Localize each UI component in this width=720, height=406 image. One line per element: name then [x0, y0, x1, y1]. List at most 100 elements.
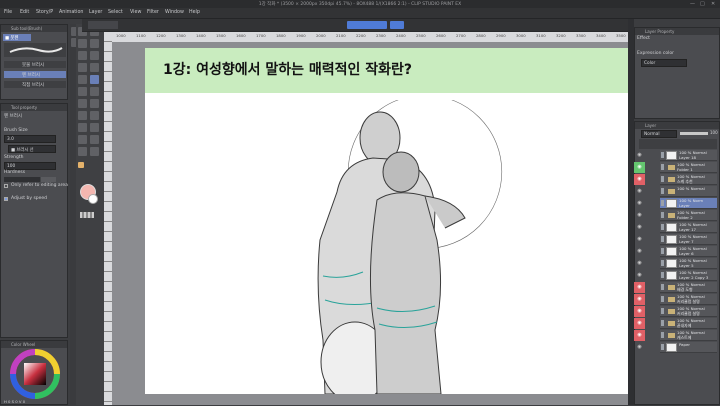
pencil-icon[interactable] — [78, 75, 87, 84]
selection-icon[interactable] — [78, 51, 87, 60]
layer-drag-handle-icon[interactable] — [661, 284, 664, 290]
brush-icon[interactable] — [90, 75, 99, 84]
eraser-icon[interactable] — [78, 99, 87, 108]
layer-visibility-icon[interactable]: ◉ — [634, 198, 645, 209]
layer-row[interactable]: 100 % Normal Folder 2 — [660, 210, 717, 221]
grid-toggle[interactable] — [390, 21, 404, 29]
menu-filter[interactable]: Filter — [147, 10, 159, 15]
auto-select-icon[interactable] — [90, 51, 99, 60]
layer-row[interactable]: 100 % Normal 캐스트에 — [660, 330, 717, 341]
layer-row[interactable]: 100 % Normal Layer 2 Copy 3 — [660, 270, 717, 281]
menu-window[interactable]: Window — [165, 10, 184, 15]
layer-drag-handle-icon[interactable] — [661, 176, 664, 182]
blend-icon[interactable] — [90, 99, 99, 108]
layer-row[interactable]: 100 % Normal 스케 추천 — [660, 174, 717, 185]
airbrush-icon[interactable] — [78, 87, 87, 96]
layer-visibility-icon[interactable]: ◉ — [634, 342, 645, 353]
layer-visibility-icon[interactable]: ◉ — [634, 258, 645, 269]
strength-field[interactable]: 100 — [4, 162, 56, 170]
sub-color-swatch[interactable] — [88, 194, 98, 204]
layer-drag-handle-icon[interactable] — [661, 320, 664, 326]
menu-select[interactable]: Select — [108, 10, 123, 15]
hardness-slider[interactable] — [4, 177, 56, 182]
maximize-icon[interactable]: □ — [700, 1, 705, 7]
layer-row[interactable]: 100 % Normal Layer 5 — [660, 258, 717, 269]
brush-item-1[interactable]: 붓물 브러시 — [4, 61, 66, 68]
fill-icon[interactable] — [78, 111, 87, 120]
layer-visibility-icon[interactable]: ◉ — [634, 174, 645, 185]
blend-mode-select[interactable]: Normal — [641, 130, 677, 138]
layer-drag-handle-icon[interactable] — [661, 344, 664, 350]
adjust-checkbox[interactable] — [4, 197, 8, 201]
layer-visibility-icon[interactable]: ◉ — [634, 270, 645, 281]
layer-drag-handle-icon[interactable] — [661, 332, 664, 338]
layer-visibility-icon[interactable]: ◉ — [634, 150, 645, 161]
operation-icon[interactable] — [78, 39, 87, 48]
layer-drag-handle-icon[interactable] — [661, 260, 664, 266]
layer-drag-handle-icon[interactable] — [661, 272, 664, 278]
menu-file[interactable]: File — [4, 10, 12, 15]
layer-visibility-icon[interactable]: ◉ — [634, 318, 645, 329]
menu-animation[interactable]: Animation — [59, 10, 83, 15]
frame-icon[interactable] — [90, 123, 99, 132]
layer-drag-handle-icon[interactable] — [661, 308, 664, 314]
refer-checkbox[interactable] — [4, 184, 8, 188]
snap-toggle-group[interactable] — [347, 21, 387, 29]
menu-help[interactable]: Help — [189, 10, 200, 15]
opacity-slider[interactable] — [680, 132, 708, 135]
layer-row[interactable]: Paper — [660, 342, 717, 353]
figure-icon[interactable] — [78, 123, 87, 132]
color-swatch-orange[interactable] — [78, 162, 84, 168]
undo-redo-group[interactable] — [88, 21, 118, 29]
close-icon[interactable]: ✕ — [711, 1, 715, 7]
layer-row[interactable]: 100 % Normal Layer 6 — [660, 246, 717, 257]
move-layer-icon[interactable] — [90, 39, 99, 48]
menu-edit[interactable]: Edit — [20, 10, 29, 15]
layer-visibility-icon[interactable]: ◉ — [634, 306, 645, 317]
layer-drag-handle-icon[interactable] — [661, 248, 664, 254]
balloon-icon[interactable] — [78, 147, 87, 156]
layer-drag-handle-icon[interactable] — [661, 164, 664, 170]
text-icon[interactable] — [90, 135, 99, 144]
decoration-icon[interactable] — [90, 87, 99, 96]
layer-row[interactable]: 100 % Normal — [660, 186, 717, 197]
layer-drag-handle-icon[interactable] — [661, 188, 664, 194]
menu-story[interactable]: Story/P — [36, 10, 53, 15]
brush-size-field[interactable]: 3.0 — [4, 135, 56, 143]
layer-visibility-icon[interactable]: ◉ — [634, 186, 645, 197]
brush-item-selected[interactable]: 펜 브러시 — [4, 71, 66, 78]
layer-visibility-icon[interactable]: ◉ — [634, 222, 645, 233]
eyedropper-icon[interactable] — [78, 63, 87, 72]
brush-item-2[interactable]: 직접 브러시 — [4, 81, 66, 88]
layer-row[interactable]: 100 % Normal Layer 18 — [660, 150, 717, 161]
layer-visibility-icon[interactable]: ◉ — [634, 234, 645, 245]
canvas-paper[interactable]: 1강: 여성향에서 말하는 매력적인 작화란? — [145, 48, 630, 394]
layer-visibility-icon[interactable]: ◉ — [634, 294, 645, 305]
layer-row[interactable]: 100 % Normal Layer 17 — [660, 222, 717, 233]
layer-row[interactable]: 100 % Normal 배경 도형 — [660, 282, 717, 293]
layer-drag-handle-icon[interactable] — [661, 296, 664, 302]
layer-row[interactable]: 100 % Normal Layer 7 — [660, 234, 717, 245]
expression-color-select[interactable]: Color — [641, 59, 687, 67]
layer-drag-handle-icon[interactable] — [661, 152, 664, 158]
pen-icon[interactable] — [90, 63, 99, 72]
layer-row[interactable]: 100 % Normal 커리큘럼 설명 — [660, 294, 717, 305]
layer-row[interactable]: 100 % Normal 끝내자에 — [660, 318, 717, 329]
brush-tab[interactable]: ■ 붓펜 — [3, 34, 31, 41]
layer-visibility-icon[interactable]: ◉ — [634, 210, 645, 221]
menu-layer[interactable]: Layer — [89, 10, 102, 15]
layer-visibility-icon[interactable]: ◉ — [634, 282, 645, 293]
canvas-viewport[interactable]: 1강: 여성향에서 말하는 매력적인 작화란? — [112, 42, 630, 405]
brush-tip-field[interactable]: ■ 브러시 선 — [8, 145, 56, 153]
layer-drag-handle-icon[interactable] — [661, 200, 664, 206]
transparent-swatch[interactable] — [80, 212, 94, 218]
layer-drag-handle-icon[interactable] — [661, 236, 664, 242]
ruler-icon[interactable] — [78, 135, 87, 144]
layer-drag-handle-icon[interactable] — [661, 212, 664, 218]
color-wheel-icon[interactable] — [9, 349, 61, 399]
minimize-icon[interactable]: — — [690, 1, 695, 7]
layer-visibility-icon[interactable]: ◉ — [634, 330, 645, 341]
layer-drag-handle-icon[interactable] — [661, 224, 664, 230]
correct-line-icon[interactable] — [90, 147, 99, 156]
menu-view[interactable]: View — [130, 10, 141, 15]
